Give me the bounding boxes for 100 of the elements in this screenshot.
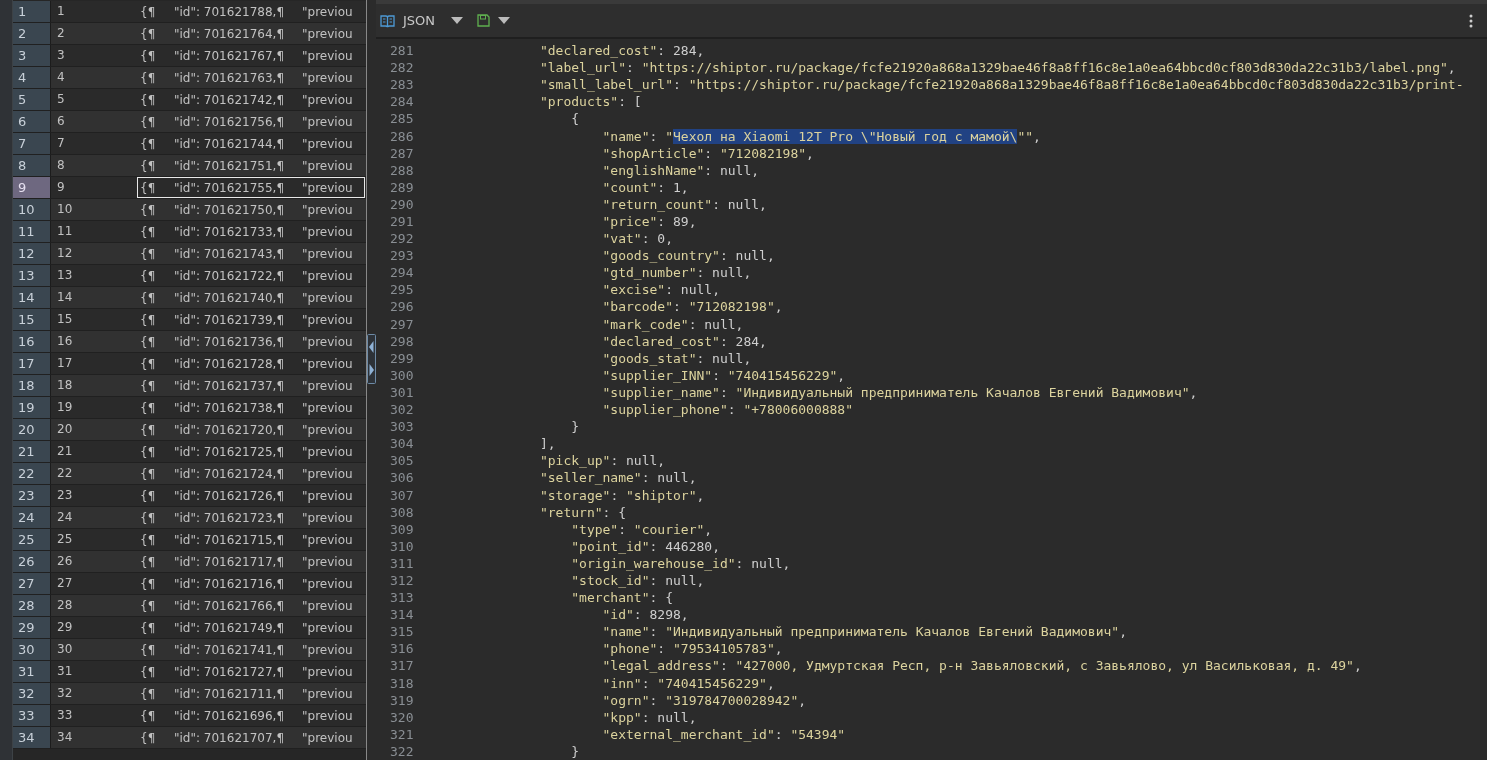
table-cell-text: "id": 701621733,¶ <box>173 224 285 241</box>
row-header[interactable]: 25 <box>13 529 51 550</box>
row-header[interactable]: 10 <box>13 199 51 220</box>
table-cell-text: "previou <box>301 510 354 527</box>
table-cell-text: {¶ <box>139 664 157 681</box>
table-cell-text: "previou <box>301 444 354 461</box>
table-cell-text: "previou <box>301 268 354 285</box>
table-cell-text: {¶ <box>139 642 157 659</box>
line-number: 286 <box>389 127 415 145</box>
table-cell-text: "previou <box>301 554 354 571</box>
book-icon[interactable] <box>380 13 395 28</box>
row-header[interactable]: 5 <box>13 89 51 110</box>
row-header[interactable]: 27 <box>13 573 51 594</box>
row-header[interactable]: 31 <box>13 661 51 682</box>
table-cell-text: "id": 701621767,¶ <box>173 48 285 65</box>
table-cell-text: "id": 701621724,¶ <box>173 466 285 483</box>
table-cell-text: "id": 701621728,¶ <box>173 356 285 373</box>
table-cell-text: "id": 701621711,¶ <box>173 686 285 703</box>
table-cell-text: {¶ <box>139 356 157 373</box>
table-cell-text: "id": 701621739,¶ <box>173 312 285 329</box>
line-number: 302 <box>389 401 415 419</box>
row-header[interactable]: 4 <box>13 67 51 88</box>
collapse-handle[interactable] <box>367 334 376 384</box>
code-line: "goods_stat": null, <box>601 349 752 367</box>
row-header[interactable]: 14 <box>13 287 51 308</box>
row-header[interactable]: 34 <box>13 727 51 748</box>
line-number: 300 <box>389 366 415 384</box>
code-line: "declared_cost": 284, <box>538 42 705 60</box>
table-cell-text: "id": 701621766,¶ <box>173 598 285 615</box>
row-header[interactable]: 33 <box>13 705 51 726</box>
code-line: "declared_cost": 284, <box>601 332 767 350</box>
code-line: "legal_address": "427000, Удмуртская Респ, р-н Завьяловский, с Завьялово, ул Васильковая, д. 49", <box>601 657 1362 675</box>
row-header[interactable]: 23 <box>13 485 51 506</box>
row-header[interactable]: 29 <box>13 617 51 638</box>
caret-icon[interactable] <box>451 16 464 25</box>
row-header[interactable]: 6 <box>13 111 51 132</box>
table-cell-text: "previou <box>301 136 354 153</box>
row-header[interactable]: 21 <box>13 441 51 462</box>
row-header[interactable]: 19 <box>13 397 51 418</box>
row-header[interactable]: 32 <box>13 683 51 704</box>
code-line: { <box>570 110 580 128</box>
line-number: 282 <box>389 59 415 77</box>
line-number: 301 <box>389 383 415 402</box>
code-line: "kpp": null, <box>601 708 697 726</box>
line-number: 291 <box>389 213 415 231</box>
row-header[interactable]: 28 <box>13 595 51 616</box>
row-header[interactable]: 24 <box>13 507 51 528</box>
table-cell-text: "id": 701621738,¶ <box>173 400 285 417</box>
row-header[interactable]: 9 <box>13 177 51 198</box>
save-icon[interactable] <box>477 14 491 28</box>
row-header[interactable]: 12 <box>13 243 51 264</box>
row-header[interactable]: 18 <box>13 375 51 396</box>
row-header[interactable]: 7 <box>13 133 51 154</box>
line-number: 313 <box>389 589 415 607</box>
row-header[interactable]: 16 <box>13 331 51 352</box>
table-cell-text: "previou <box>301 312 354 329</box>
table-cell-text: "id": 701621749,¶ <box>173 620 285 637</box>
row-header[interactable]: 1 <box>13 1 51 22</box>
table-cell-text: 12 <box>56 245 74 262</box>
row-header[interactable]: 13 <box>13 265 51 286</box>
row-header[interactable]: 11 <box>13 221 51 242</box>
table-cell-text: {¶ <box>139 114 157 131</box>
table-cell-text: 9 <box>56 179 66 196</box>
code-line: "pick_up": null, <box>538 452 666 470</box>
code-line: ], <box>538 435 556 453</box>
table-cell-text: 6 <box>56 113 66 130</box>
line-number: 296 <box>389 298 415 316</box>
row-header[interactable]: 8 <box>13 155 51 176</box>
table-cell-text: 1 <box>56 3 66 20</box>
row-header[interactable]: 26 <box>13 551 51 572</box>
table-cell-text: {¶ <box>139 488 157 505</box>
row-header[interactable]: 17 <box>13 353 51 374</box>
line-number: 292 <box>389 230 415 248</box>
table-cell-text: "previou <box>301 532 354 549</box>
row-header[interactable]: 2 <box>13 23 51 44</box>
table-cell-text: {¶ <box>139 224 157 241</box>
more-icon[interactable] <box>1469 13 1473 28</box>
table-cell-text: 16 <box>56 333 74 350</box>
table-cell-text: 27 <box>56 575 74 592</box>
code-line: "shopArticle": "712082198", <box>601 144 814 162</box>
caret-icon[interactable] <box>498 16 511 25</box>
row-header[interactable]: 15 <box>13 309 51 330</box>
code-line: "supplier_INN": "740415456229", <box>601 366 846 384</box>
line-number: 312 <box>389 571 415 590</box>
code-line: "id": 8298, <box>601 606 689 624</box>
table-cell-text: "id": 701621717,¶ <box>173 554 285 571</box>
row-header[interactable]: 3 <box>13 45 51 66</box>
table-cell-text: "previou <box>301 26 354 43</box>
table-cell-text: "previou <box>301 378 354 395</box>
line-number: 293 <box>389 247 415 265</box>
line-number: 306 <box>389 469 415 487</box>
code-line: "englishName": null, <box>601 161 760 179</box>
line-number: 318 <box>389 674 415 692</box>
line-number: 281 <box>389 42 415 60</box>
row-header[interactable]: 20 <box>13 419 51 440</box>
row-header[interactable]: 30 <box>13 639 51 660</box>
table-cell-text: "previou <box>301 620 354 637</box>
table-cell-text: {¶ <box>139 378 157 395</box>
row-header[interactable]: 22 <box>13 463 51 484</box>
line-number: 290 <box>389 195 415 213</box>
